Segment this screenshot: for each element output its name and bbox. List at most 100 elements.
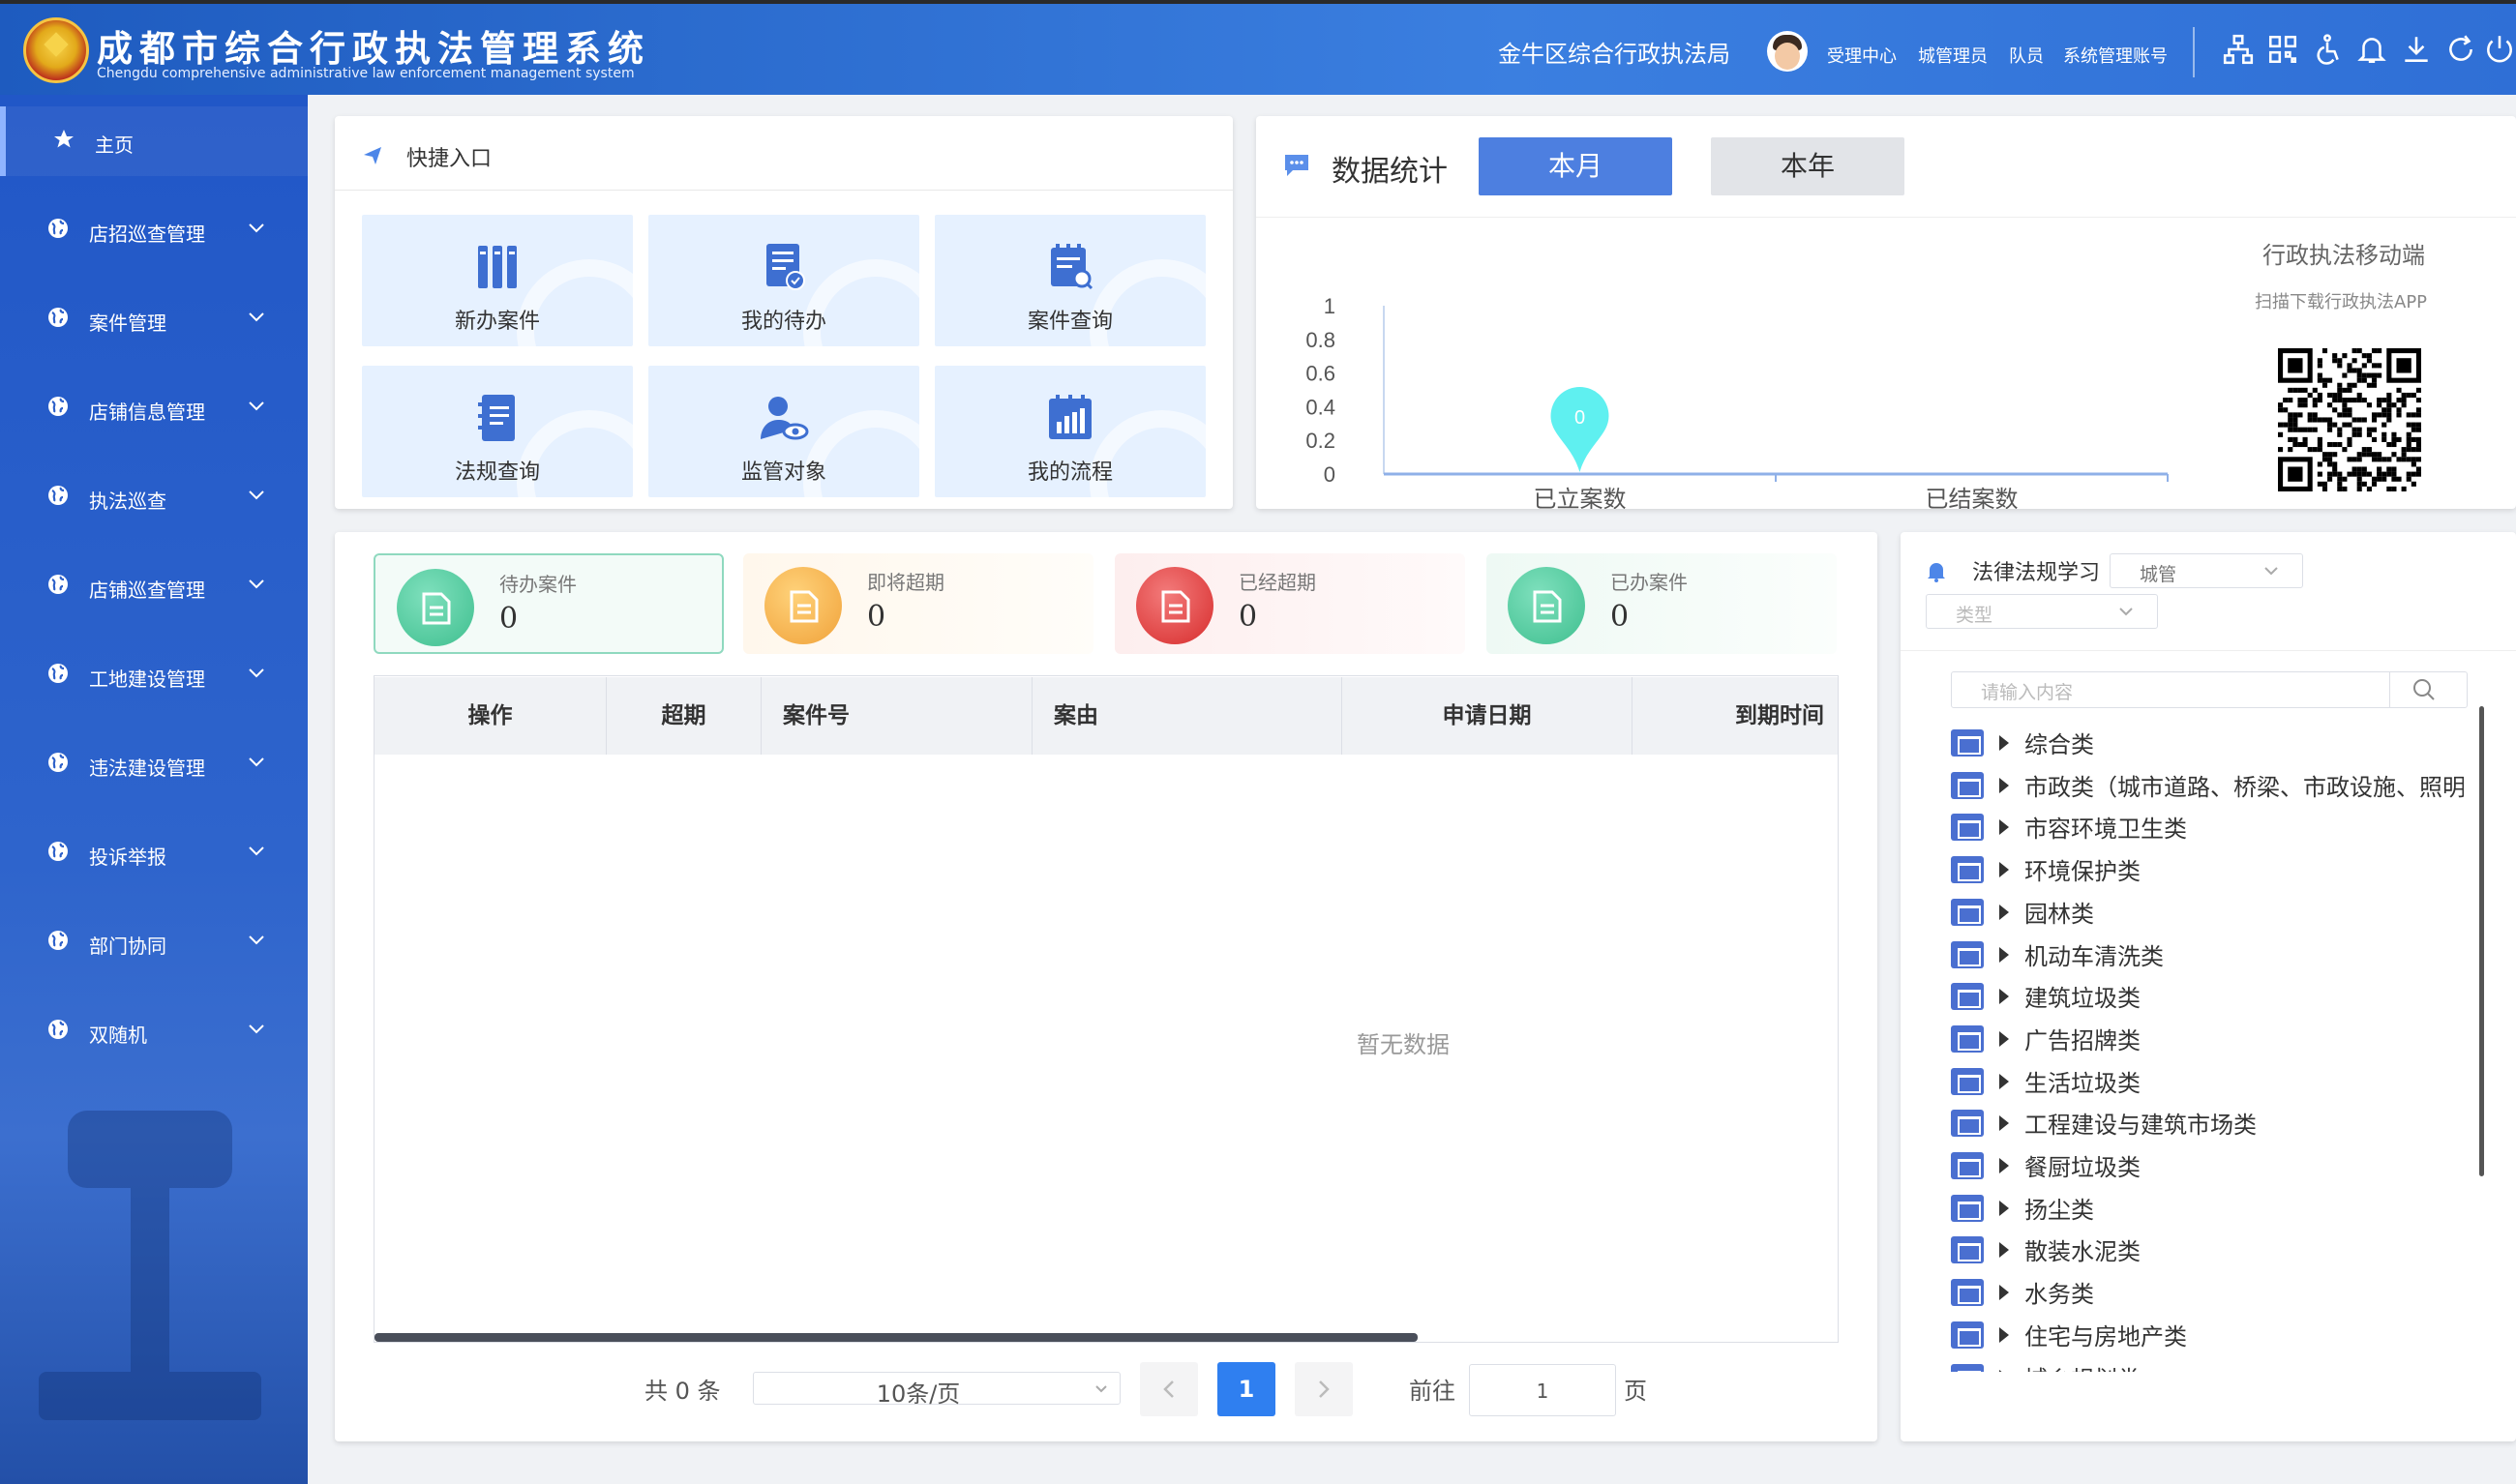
caret-right-icon[interactable] xyxy=(1999,735,2009,751)
mobile-app-title: 行政执法移动端 xyxy=(2262,242,2425,269)
document-icon xyxy=(1533,590,1562,623)
role-system-admin[interactable]: 系统管理账号 xyxy=(2063,43,2168,68)
user-avatar[interactable] xyxy=(1767,31,1808,72)
law-tree-item[interactable]: 机动车清洗类 xyxy=(1951,935,2464,974)
power-icon[interactable] xyxy=(2483,33,2516,66)
role-city-admin[interactable]: 城管理员 xyxy=(1918,43,1988,68)
law-tree-item[interactable]: 生活垃圾类 xyxy=(1951,1062,2464,1101)
caret-right-icon[interactable] xyxy=(1999,1073,2009,1089)
tile-case-query[interactable]: 案件查询 xyxy=(935,215,1206,346)
sidebar-item-1[interactable]: 店招巡查管理 xyxy=(0,195,308,265)
col-case-number[interactable]: 案件号 xyxy=(762,677,1033,755)
search-icon[interactable] xyxy=(2411,677,2437,702)
law-tree-item[interactable]: 广告招牌类 xyxy=(1951,1020,2464,1058)
sidebar-item-2[interactable]: 案件管理 xyxy=(0,284,308,354)
globe-icon xyxy=(48,219,68,238)
caret-right-icon[interactable] xyxy=(1999,1369,2009,1372)
sidebar-item-label: 执法巡查 xyxy=(89,490,166,513)
accessibility-icon[interactable] xyxy=(2311,33,2344,66)
sidebar-item-4[interactable]: 执法巡查 xyxy=(0,462,308,532)
caret-right-icon[interactable] xyxy=(1999,1200,2009,1216)
sidebar-item-3[interactable]: 店铺信息管理 xyxy=(0,373,308,443)
law-tree-item[interactable]: 散装水泥类 xyxy=(1951,1231,2464,1269)
caret-right-icon[interactable] xyxy=(1999,1242,2009,1259)
tile-my-process[interactable]: 我的流程 xyxy=(935,366,1206,497)
law-search-input[interactable]: 请输入内容 xyxy=(1951,671,2468,708)
law-tree-item[interactable]: 水务类 xyxy=(1951,1273,2464,1312)
qrcode-icon[interactable] xyxy=(2266,33,2299,66)
sidebar-item-label: 投诉举报 xyxy=(89,846,166,869)
next-page-button[interactable] xyxy=(1295,1362,1353,1416)
role-team-member[interactable]: 队员 xyxy=(2009,43,2044,68)
tab-this-month[interactable]: 本月 xyxy=(1479,137,1672,195)
caret-right-icon[interactable] xyxy=(1999,1030,2009,1047)
law-tree-item[interactable]: 餐厨垃圾类 xyxy=(1951,1146,2464,1185)
tile-law-query[interactable]: 法规查询 xyxy=(362,366,633,497)
law-divider xyxy=(1901,650,2516,651)
col-apply-date[interactable]: 申请日期 xyxy=(1342,677,1632,755)
bell-icon[interactable] xyxy=(2355,33,2388,66)
role-acceptance-center[interactable]: 受理中心 xyxy=(1827,43,1897,68)
law-tree-label: 水务类 xyxy=(2024,1281,2094,1309)
caret-right-icon[interactable] xyxy=(1999,989,2009,1005)
stat-due-soon[interactable]: 即将超期 0 xyxy=(743,553,1093,654)
law-tree-item[interactable]: 市政类（城市道路、桥梁、市政设施、照明） xyxy=(1951,766,2464,805)
sidebar-item-9[interactable]: 部门协同 xyxy=(0,907,308,977)
caret-right-icon[interactable] xyxy=(1999,946,2009,963)
page-1-button[interactable]: 1 xyxy=(1217,1362,1275,1416)
refresh-icon[interactable] xyxy=(2444,33,2477,66)
todo-doc-icon xyxy=(766,244,805,290)
sidebar-item-0[interactable]: 主页 xyxy=(0,106,308,176)
caret-right-icon[interactable] xyxy=(1999,1158,2009,1173)
tab-this-year[interactable]: 本年 xyxy=(1711,137,1904,195)
download-icon[interactable] xyxy=(2400,33,2433,66)
law-tree-scrollbar[interactable] xyxy=(2479,706,2484,1176)
sidebar-item-5[interactable]: 店铺巡查管理 xyxy=(0,551,308,621)
col-overdue[interactable]: 超期 xyxy=(607,677,762,755)
law-tree-item[interactable]: 园林类 xyxy=(1951,893,2464,932)
table-horizontal-scrollbar[interactable] xyxy=(374,1333,1418,1342)
law-type-select[interactable]: 类型 xyxy=(1926,594,2158,629)
tile-my-todo[interactable]: 我的待办 xyxy=(648,215,919,346)
caret-right-icon[interactable] xyxy=(1999,819,2009,836)
org-chart-icon[interactable] xyxy=(2222,33,2255,66)
col-operation[interactable]: 操作 xyxy=(374,677,607,755)
stat-pending-cases[interactable]: 待办案件 0 xyxy=(374,553,724,654)
globe-icon xyxy=(48,753,68,772)
tile-supervised-object[interactable]: 监管对象 xyxy=(648,366,919,497)
sidebar-item-7[interactable]: 违法建设管理 xyxy=(0,729,308,799)
col-due-time[interactable]: 到期时间 xyxy=(1632,677,1838,755)
law-tree-item[interactable]: 住宅与房地产类 xyxy=(1951,1316,2464,1354)
law-tree-item[interactable]: 环境保护类 xyxy=(1951,850,2464,889)
law-tree-item[interactable]: 工程建设与建筑市场类 xyxy=(1951,1104,2464,1143)
prev-page-button[interactable] xyxy=(1140,1362,1198,1416)
law-tree-label: 工程建设与建筑市场类 xyxy=(2024,1112,2257,1140)
page-size-select[interactable]: 10条/页 xyxy=(753,1372,1121,1408)
col-case-cause[interactable]: 案由 xyxy=(1033,677,1342,755)
caret-right-icon[interactable] xyxy=(1999,862,2009,878)
tile-new-case[interactable]: 新办案件 xyxy=(362,215,633,346)
caret-right-icon[interactable] xyxy=(1999,1326,2009,1343)
stat-completed[interactable]: 已办案件 0 xyxy=(1486,553,1837,654)
caret-right-icon[interactable] xyxy=(1999,904,2009,920)
caret-right-icon[interactable] xyxy=(1999,1285,2009,1301)
law-tree-item[interactable]: 城乡规划类 xyxy=(1951,1358,2464,1372)
law-tree-item[interactable]: 扬尘类 xyxy=(1951,1189,2464,1228)
chevron-down-icon xyxy=(249,490,264,500)
stat-overdue[interactable]: 已经超期 0 xyxy=(1115,553,1465,654)
bureau-name: 金牛区综合行政执法局 xyxy=(1498,41,1730,68)
page-suffix: 页 xyxy=(1624,1378,1647,1405)
sidebar-item-6[interactable]: 工地建设管理 xyxy=(0,640,308,710)
law-category-select[interactable]: 城管 xyxy=(2110,553,2303,588)
sidebar-item-8[interactable]: 投诉举报 xyxy=(0,818,308,888)
goto-page-input[interactable]: 1 xyxy=(1469,1364,1616,1416)
law-tree-item[interactable]: 市容环境卫生类 xyxy=(1951,808,2464,846)
law-tree-item[interactable]: 建筑垃圾类 xyxy=(1951,977,2464,1016)
stat-value: 0 xyxy=(867,600,886,634)
sidebar-item-10[interactable]: 双随机 xyxy=(0,996,308,1066)
caret-right-icon[interactable] xyxy=(1999,1115,2009,1132)
law-tree-item[interactable]: 综合类 xyxy=(1951,724,2464,762)
caret-right-icon[interactable] xyxy=(1999,777,2009,793)
y-tick-label: 0.6 xyxy=(1305,362,1335,386)
mobile-app-subtitle: 扫描下载行政执法APP xyxy=(2255,292,2428,312)
